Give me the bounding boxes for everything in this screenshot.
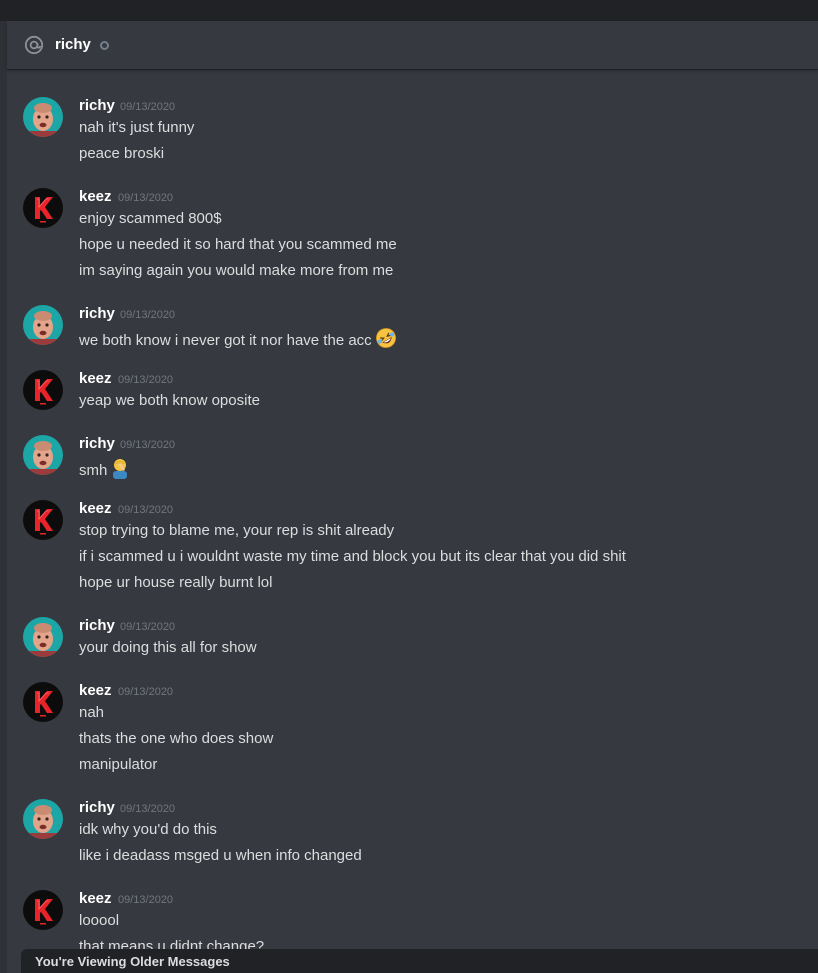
keez-avatar[interactable] bbox=[23, 188, 63, 228]
facepalm-emoji bbox=[109, 457, 131, 483]
message-author[interactable]: keez bbox=[79, 188, 112, 205]
message-content: like i deadass msged u when info changed bbox=[79, 847, 362, 864]
message-timestamp: 09/13/2020 bbox=[120, 621, 176, 633]
message-text: hope ur house really burnt lol bbox=[79, 574, 272, 591]
message-text: that means u didnt change? bbox=[79, 938, 264, 949]
message-text: enjoy scammed 800$ bbox=[79, 210, 222, 227]
message-author[interactable]: richy bbox=[79, 799, 115, 816]
message-content: smh bbox=[79, 462, 108, 479]
window-titlebar bbox=[0, 0, 818, 21]
message-text: hope u needed it so hard that you scamme… bbox=[79, 236, 397, 253]
message-content: your doing this all for show bbox=[79, 639, 257, 656]
message-content: thats the one who does show bbox=[79, 730, 274, 747]
message-text: looool bbox=[79, 912, 119, 929]
message-content: we both know i never got it nor have the… bbox=[79, 332, 372, 349]
message-author[interactable]: richy bbox=[79, 305, 115, 322]
older-messages-label: You're Viewing Older Messages bbox=[35, 954, 230, 969]
message-list[interactable]: richy 09/13/2020 nah it's just funny peace … bbox=[7, 69, 818, 949]
message-text: manipulator bbox=[79, 756, 157, 773]
message-content: nah it's just funny bbox=[79, 119, 195, 136]
message-text: if i scammed u i wouldnt waste my time a… bbox=[79, 548, 626, 565]
message-author[interactable]: keez bbox=[79, 370, 112, 387]
message-timestamp: 09/13/2020 bbox=[120, 309, 176, 321]
message-text: like i deadass msged u when info changed bbox=[79, 847, 362, 864]
message-text: peace broski bbox=[79, 145, 164, 162]
keez-avatar[interactable] bbox=[23, 890, 63, 930]
richy-avatar[interactable] bbox=[23, 97, 63, 137]
richy-avatar[interactable] bbox=[23, 799, 63, 839]
message-content: if i scammed u i wouldnt waste my time a… bbox=[79, 548, 626, 565]
message-timestamp: 09/13/2020 bbox=[118, 192, 174, 204]
message-content: enjoy scammed 800$ bbox=[79, 210, 222, 227]
richy-avatar[interactable] bbox=[23, 617, 63, 657]
message-timestamp: 09/13/2020 bbox=[118, 504, 174, 516]
message-timestamp: 09/13/2020 bbox=[118, 374, 174, 386]
message-text: nah bbox=[79, 704, 104, 721]
rofl-emoji bbox=[374, 327, 398, 353]
at-icon bbox=[24, 35, 44, 55]
message-content: hope u needed it so hard that you scamme… bbox=[79, 236, 397, 253]
message-content: nah bbox=[79, 704, 105, 721]
richy-avatar[interactable] bbox=[23, 435, 63, 475]
message-timestamp: 09/13/2020 bbox=[118, 686, 174, 698]
message-content: manipulator bbox=[79, 756, 158, 773]
message-text: stop trying to blame me, your rep is shi… bbox=[79, 522, 394, 539]
message-text: nah it's just funny bbox=[79, 119, 194, 136]
truncated-previous-message bbox=[79, 69, 83, 70]
message-content: idk why you'd do this bbox=[79, 821, 217, 838]
message-text: im saying again you would make more from… bbox=[79, 262, 393, 279]
dm-recipient-name[interactable]: richy bbox=[55, 36, 91, 53]
message-author[interactable]: richy bbox=[79, 97, 115, 114]
message-author[interactable]: keez bbox=[79, 682, 112, 699]
message-content: yeap we both know oposite bbox=[79, 392, 260, 409]
message-timestamp: 09/13/2020 bbox=[120, 101, 176, 113]
message-timestamp: 09/13/2020 bbox=[120, 439, 176, 451]
message-author[interactable]: richy bbox=[79, 617, 115, 634]
message-content: hope ur house really burnt lol bbox=[79, 574, 273, 591]
message-text: yeap we both know oposite bbox=[79, 392, 260, 409]
richy-avatar[interactable] bbox=[23, 305, 63, 345]
sidebar-edge bbox=[0, 21, 7, 973]
message-text: we both know i never got it nor have the… bbox=[79, 327, 398, 353]
older-messages-banner[interactable]: You're Viewing Older Messages bbox=[21, 949, 818, 973]
message-author[interactable]: richy bbox=[79, 435, 115, 452]
message-timestamp: 09/13/2020 bbox=[118, 894, 174, 906]
message-content: im saying again you would make more from… bbox=[79, 262, 394, 279]
message-text: thats the one who does show bbox=[79, 730, 273, 747]
message-content: stop trying to blame me, your rep is shi… bbox=[79, 522, 395, 539]
message-content: that means u didnt change? bbox=[79, 938, 265, 949]
message-content: peace broski bbox=[79, 145, 165, 162]
message-text: your doing this all for show bbox=[79, 639, 257, 656]
message-text: idk why you'd do this bbox=[79, 821, 217, 838]
offline-status-icon bbox=[100, 41, 109, 50]
keez-avatar[interactable] bbox=[23, 500, 63, 540]
message-text: smh bbox=[79, 457, 131, 483]
message-timestamp: 09/13/2020 bbox=[120, 803, 176, 815]
message-content: looool bbox=[79, 912, 120, 929]
message-author[interactable]: keez bbox=[79, 500, 112, 517]
channel-header: richy bbox=[7, 21, 818, 69]
message-author[interactable]: keez bbox=[79, 890, 112, 907]
keez-avatar[interactable] bbox=[23, 682, 63, 722]
keez-avatar[interactable] bbox=[23, 370, 63, 410]
